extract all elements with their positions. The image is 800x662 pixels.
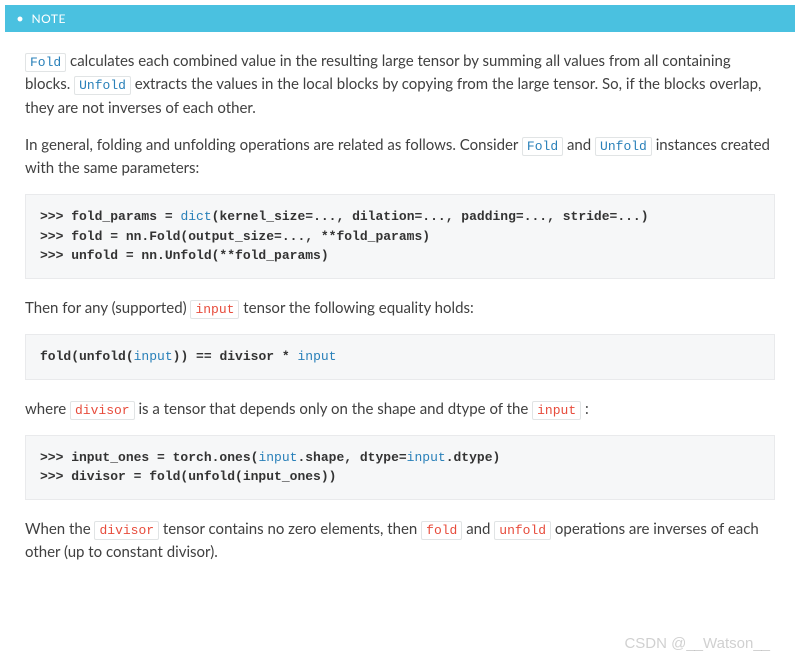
text: extracts the values in the local blocks …	[25, 75, 761, 116]
code-line: .shape, dtype=	[297, 450, 406, 465]
bullet-icon: ●	[17, 14, 24, 24]
paragraph-4: where divisor is a tensor that depends o…	[25, 398, 775, 421]
code-line: >>> unfold = nn.Unfold(**fold_params)	[40, 248, 329, 263]
code-line: .dtype)	[446, 450, 501, 465]
code-line: (kernel_size=..., dilation=..., padding=…	[212, 209, 649, 224]
dict-keyword: dict	[180, 209, 211, 224]
code-block-2: fold(unfold(input)) == divisor * input	[25, 334, 775, 380]
input-literal: input	[190, 300, 239, 319]
note-admonition: ● NOTE Fold calculates each combined val…	[5, 5, 795, 598]
text: Then for any (supported)	[25, 299, 190, 317]
code-line: >>> input_ones = torch.ones(	[40, 450, 258, 465]
input-var: input	[134, 349, 173, 364]
text: tensor contains no zero elements, then	[159, 520, 421, 538]
text: tensor the following equality holds:	[239, 299, 473, 317]
unfold-ref[interactable]: Unfold	[74, 76, 131, 95]
text: and	[462, 520, 494, 538]
paragraph-2: In general, folding and unfolding operat…	[25, 134, 775, 181]
divisor-literal: divisor	[70, 401, 135, 420]
text: and	[563, 136, 595, 154]
note-header: ● NOTE	[5, 5, 795, 32]
paragraph-3: Then for any (supported) input tensor th…	[25, 297, 775, 320]
watermark: CSDN @__Watson__	[624, 635, 770, 652]
input-var: input	[258, 450, 297, 465]
code-line: >>> fold_params =	[40, 209, 180, 224]
code-line: >>> divisor = fold(unfold(input_ones))	[40, 469, 336, 484]
text: In general, folding and unfolding operat…	[25, 136, 522, 154]
note-body: Fold calculates each combined value in t…	[5, 32, 795, 598]
text: where	[25, 400, 70, 418]
paragraph-1: Fold calculates each combined value in t…	[25, 50, 775, 120]
fold-ref[interactable]: Fold	[25, 53, 66, 72]
divisor-literal: divisor	[94, 521, 159, 540]
paragraph-5: When the divisor tensor contains no zero…	[25, 518, 775, 565]
code-block-3: >>> input_ones = torch.ones(input.shape,…	[25, 435, 775, 500]
note-title: NOTE	[32, 11, 66, 26]
code-block-1: >>> fold_params = dict(kernel_size=..., …	[25, 194, 775, 279]
fold-ref[interactable]: Fold	[522, 137, 563, 156]
input-literal: input	[532, 401, 581, 420]
input-var: input	[407, 450, 446, 465]
text: When the	[25, 520, 94, 538]
input-var: input	[297, 349, 336, 364]
text: :	[581, 400, 589, 418]
code-line: >>> fold = nn.Fold(output_size=..., **fo…	[40, 229, 430, 244]
code-line: fold(unfold(	[40, 349, 134, 364]
unfold-ref[interactable]: Unfold	[595, 137, 652, 156]
code-line: )) == divisor *	[173, 349, 298, 364]
unfold-literal: unfold	[494, 521, 551, 540]
text: is a tensor that depends only on the sha…	[135, 400, 533, 418]
fold-literal: fold	[421, 521, 462, 540]
